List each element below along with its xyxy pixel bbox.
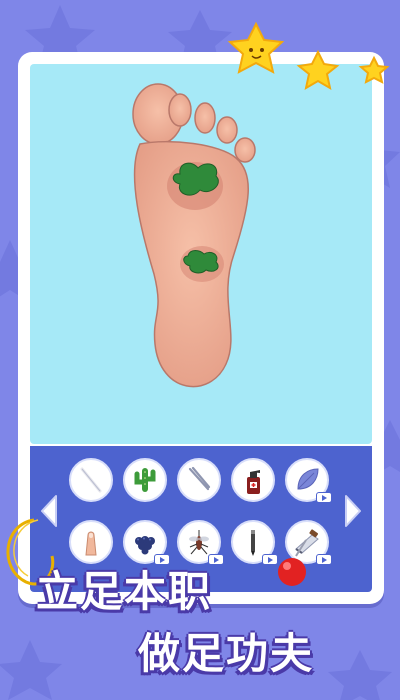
fourth-toe[interactable] bbox=[216, 116, 238, 144]
slogan-line-2: 做足功夫 bbox=[138, 629, 315, 678]
finger-icon bbox=[85, 531, 97, 556]
third-toe[interactable] bbox=[194, 102, 216, 134]
slogan-line-1: 立足本职 bbox=[36, 567, 213, 616]
tweezers-icon bbox=[188, 466, 211, 491]
cotton-swab-icon bbox=[80, 467, 102, 493]
little-toe[interactable] bbox=[234, 137, 256, 163]
cotton-swab-tool-button[interactable] bbox=[69, 458, 113, 502]
cactus-icon bbox=[134, 468, 156, 492]
leaf-icon bbox=[297, 468, 319, 490]
cactus-tool-button[interactable] bbox=[123, 458, 167, 502]
video-ad-badge-icon bbox=[316, 492, 332, 503]
foot-sole bbox=[132, 83, 256, 388]
video-ad-badge-icon bbox=[262, 554, 278, 565]
spray-bottle-tool-button[interactable] bbox=[231, 458, 275, 502]
pen-icon bbox=[251, 530, 255, 556]
play-area bbox=[30, 64, 372, 444]
next-page-arrow-icon[interactable] bbox=[342, 494, 364, 528]
razor-tool-button[interactable] bbox=[285, 520, 332, 565]
second-toe[interactable] bbox=[168, 93, 192, 127]
pen-tool-button[interactable] bbox=[231, 520, 278, 565]
grapes-icon bbox=[135, 536, 155, 555]
upper-infection[interactable] bbox=[172, 162, 219, 196]
spray-bottle-icon bbox=[247, 470, 260, 494]
tweezers-tool-button[interactable] bbox=[177, 458, 221, 502]
previous-page-arrow-icon[interactable] bbox=[38, 494, 60, 528]
video-ad-badge-icon bbox=[316, 554, 332, 565]
razor-icon bbox=[295, 529, 319, 554]
leaf-tool-button[interactable] bbox=[285, 458, 332, 503]
mosquito-icon bbox=[189, 530, 209, 555]
